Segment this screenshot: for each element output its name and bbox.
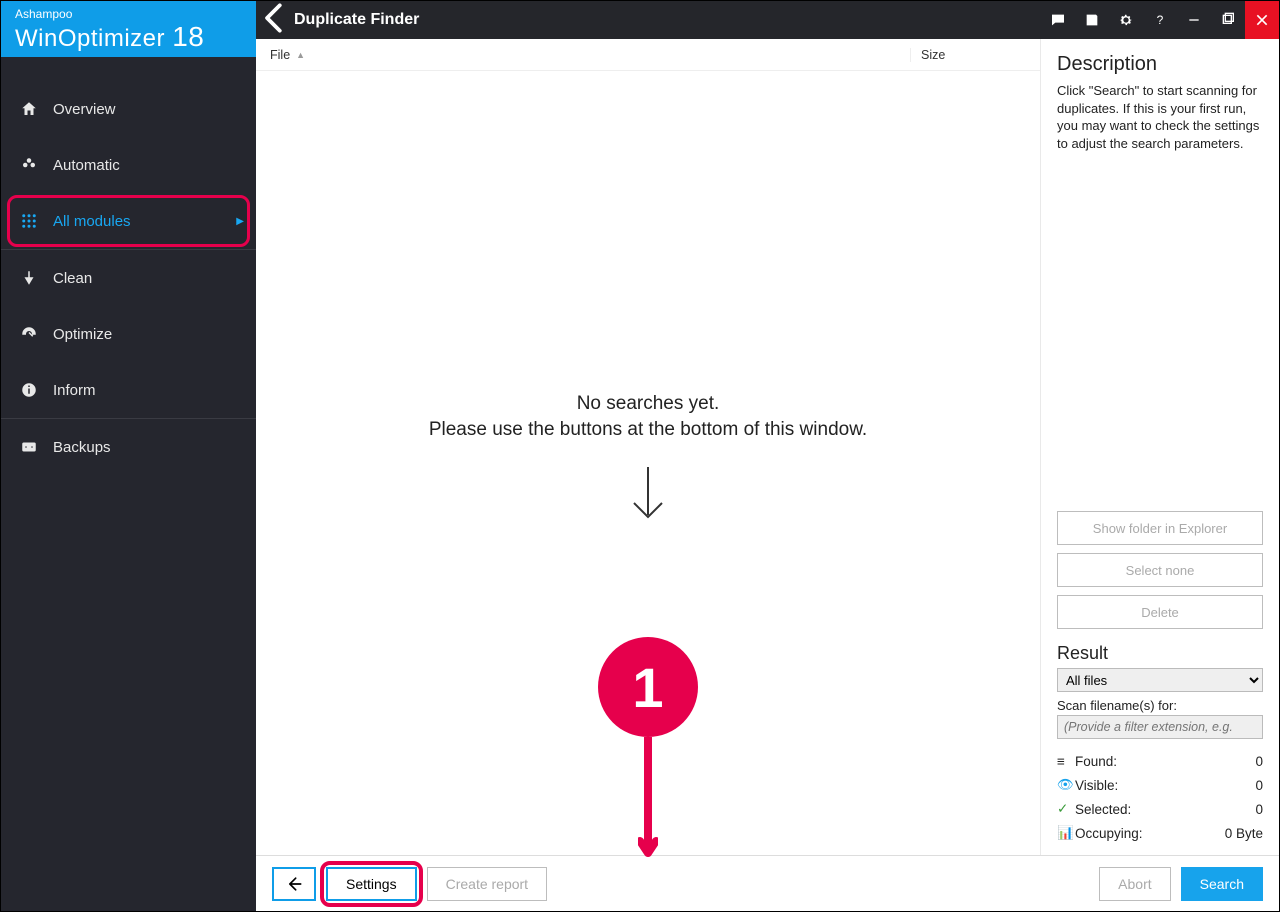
sort-asc-icon: ▲ xyxy=(296,50,305,60)
check-icon: ✓ xyxy=(1057,801,1075,817)
empty-state: No searches yet. Please use the buttons … xyxy=(256,71,1040,855)
select-none-button[interactable]: Select none xyxy=(1057,553,1263,587)
column-size[interactable]: Size xyxy=(910,48,1040,62)
sidebar-item-optimize[interactable]: Optimize xyxy=(1,306,256,362)
file-list-panel: File ▲ Size No searches yet. Please use … xyxy=(256,39,1041,855)
sidebar-item-label: Optimize xyxy=(53,326,112,343)
abort-button[interactable]: Abort xyxy=(1099,867,1170,901)
back-button[interactable] xyxy=(272,867,316,901)
automatic-icon xyxy=(19,155,39,175)
info-icon xyxy=(19,380,39,400)
grid-icon xyxy=(19,211,39,231)
arrow-down-icon xyxy=(626,463,670,533)
sidebar-item-automatic[interactable]: Automatic xyxy=(1,137,256,193)
sidebar-item-all-modules[interactable]: All modules ▶ xyxy=(1,193,256,249)
empty-line2: Please use the buttons at the bottom of … xyxy=(429,419,867,441)
svg-text:?: ? xyxy=(1157,13,1164,27)
maximize-icon[interactable] xyxy=(1211,1,1245,39)
sidebar-item-label: Inform xyxy=(53,382,96,399)
column-headers[interactable]: File ▲ Size xyxy=(256,39,1040,71)
gauge-icon xyxy=(19,324,39,344)
page-title: Duplicate Finder xyxy=(294,11,419,29)
description-text: Click "Search" to start scanning for dup… xyxy=(1057,82,1263,152)
list-icon: ≡ xyxy=(1057,754,1075,769)
bottom-bar: Settings Create report Abort Search xyxy=(256,855,1279,911)
sidebar-item-overview[interactable]: Overview xyxy=(1,81,256,137)
delete-button[interactable]: Delete xyxy=(1057,595,1263,629)
selected-label: Selected: xyxy=(1075,802,1255,817)
back-arrow-icon[interactable] xyxy=(256,0,294,42)
description-panel: Description Click "Search" to start scan… xyxy=(1041,39,1279,855)
occupying-value: 0 Byte xyxy=(1225,826,1263,841)
broom-icon xyxy=(19,268,39,288)
home-icon xyxy=(19,99,39,119)
search-button[interactable]: Search xyxy=(1181,867,1263,901)
chart-icon: 📊 xyxy=(1057,825,1075,841)
description-heading: Description xyxy=(1057,53,1263,76)
visible-label: Visible: xyxy=(1075,778,1255,793)
occupying-label: Occupying: xyxy=(1075,826,1225,841)
help-icon[interactable]: ? xyxy=(1143,1,1177,39)
filter-input[interactable] xyxy=(1057,715,1263,739)
sidebar-item-label: Overview xyxy=(53,101,116,118)
sidebar-item-label: Clean xyxy=(53,270,92,287)
feedback-icon[interactable] xyxy=(1041,1,1075,39)
selected-value: 0 xyxy=(1255,802,1263,817)
column-file[interactable]: File ▲ xyxy=(256,48,910,62)
sidebar-item-label: All modules xyxy=(53,213,131,230)
sidebar-item-clean[interactable]: Clean xyxy=(1,250,256,306)
found-value: 0 xyxy=(1255,754,1263,769)
result-heading: Result xyxy=(1057,643,1263,664)
eye-icon: 👁 xyxy=(1057,777,1075,793)
settings-button[interactable]: Settings xyxy=(326,867,417,901)
show-folder-button[interactable]: Show folder in Explorer xyxy=(1057,511,1263,545)
empty-line1: No searches yet. xyxy=(577,393,720,415)
brand-logo: Ashampoo WinOptimizer 18 xyxy=(1,1,256,57)
backup-icon xyxy=(19,437,39,457)
result-select[interactable]: All files xyxy=(1057,668,1263,692)
sidebar-item-label: Backups xyxy=(53,439,111,456)
notes-icon[interactable] xyxy=(1075,1,1109,39)
sidebar: Ashampoo WinOptimizer 18 Overview Automa… xyxy=(1,39,256,911)
create-report-button[interactable]: Create report xyxy=(427,867,547,901)
sidebar-item-backups[interactable]: Backups xyxy=(1,419,256,475)
sidebar-item-label: Automatic xyxy=(53,157,120,174)
filter-label: Scan filename(s) for: xyxy=(1057,698,1263,713)
gear-icon[interactable] xyxy=(1109,1,1143,39)
minimize-icon[interactable] xyxy=(1177,1,1211,39)
chevron-right-icon: ▶ xyxy=(236,216,244,227)
sidebar-item-inform[interactable]: Inform xyxy=(1,362,256,418)
visible-value: 0 xyxy=(1255,778,1263,793)
close-icon[interactable] xyxy=(1245,1,1279,39)
found-label: Found: xyxy=(1075,754,1255,769)
